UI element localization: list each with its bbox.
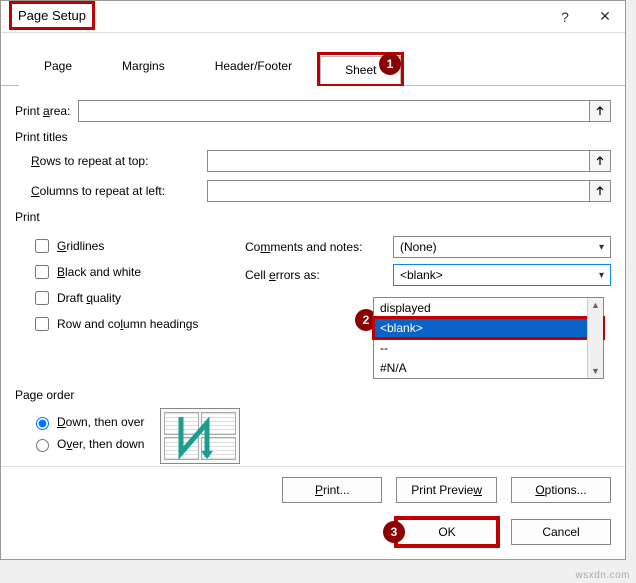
cellerrors-select[interactable]: <blank> ▾ [393,264,611,286]
print-button[interactable]: Print... [282,477,382,503]
print-area-label: Print area: [15,104,70,118]
window-title: Page Setup [9,1,95,30]
down-over-radio[interactable] [36,417,49,430]
chevron-down-icon: ▾ [599,242,604,253]
page-order-radios: Down, then over Over, then down [15,408,144,464]
rows-repeat-label: Rows to repeat at top: [31,154,199,168]
cellerrors-value: <blank> [400,268,443,282]
draft-label: Draft quality [57,291,121,305]
dropdown-option-displayed[interactable]: displayed [374,298,603,318]
print-checkboxes: Gridlines Black and white Draft quality … [15,230,215,340]
tab-margins[interactable]: Margins [97,52,190,86]
help-button[interactable]: ? [545,2,585,32]
print-titles-group: Rows to repeat at top: Columns to repeat… [15,150,611,202]
dialog-body: Print area: Print titles Rows to repeat … [1,86,625,472]
bw-label: Black and white [57,265,141,279]
ok-button[interactable]: OK [397,519,497,545]
draft-checkbox[interactable] [35,291,49,305]
bw-checkbox[interactable] [35,265,49,279]
action-buttons-row: Print... Print Preview Options... [1,466,625,513]
scroll-up-icon[interactable]: ▲ [591,300,600,310]
close-button[interactable]: ✕ [585,2,625,32]
tab-page[interactable]: Page [19,52,97,86]
cancel-button[interactable]: Cancel [511,519,611,545]
dropdown-option-na[interactable]: #N/A [374,358,603,378]
rows-repeat-input[interactable] [207,150,590,172]
page-order-group: Down, then over Over, then down [15,408,611,464]
range-picker-icon[interactable] [589,180,611,202]
comments-value: (None) [400,240,437,254]
print-area-row: Print area: [15,100,611,122]
over-down-label: Over, then down [57,437,144,451]
print-group-label: Print [15,210,611,224]
page-order-illustration [160,408,240,464]
page-order-label: Page order [15,388,611,402]
comments-label: Comments and notes: [245,240,393,254]
rowcolhead-label: Row and column headings [57,317,198,331]
titlebar: Page Setup ? ✕ [1,1,625,33]
dropdown-option-blank[interactable]: <blank> [374,318,603,338]
dropdown-scrollbar[interactable]: ▲ ▼ [587,298,603,378]
tab-header-footer[interactable]: Header/Footer [190,52,317,86]
chevron-down-icon: ▾ [599,270,604,281]
callout-badge-1: 1 [379,53,401,75]
page-setup-dialog: Page Setup ? ✕ Page Margins Header/Foote… [0,0,626,560]
scroll-down-icon[interactable]: ▼ [591,366,600,376]
dropdown-option-dashes[interactable]: -- [374,338,603,358]
rowcolhead-checkbox[interactable] [35,317,49,331]
print-area-input[interactable] [78,100,590,122]
ok-cancel-row: OK Cancel [1,511,625,553]
comments-select[interactable]: (None) ▾ [393,236,611,258]
arrow-icon [167,413,235,461]
range-picker-icon[interactable] [589,100,611,122]
over-down-radio[interactable] [36,439,49,452]
down-over-label: Down, then over [57,415,144,429]
cols-repeat-label: Columns to repeat at left: [31,184,199,198]
callout-badge-3: 3 [383,521,405,543]
print-preview-button[interactable]: Print Preview [396,477,497,503]
watermark: wsxdn.com [575,570,630,581]
tab-strip: Page Margins Header/Footer Sheet [1,33,625,86]
gridlines-label: Gridlines [57,239,104,253]
options-button[interactable]: Options... [511,477,611,503]
range-picker-icon[interactable] [589,150,611,172]
print-titles-label: Print titles [15,130,611,144]
cellerrors-dropdown[interactable]: displayed <blank> -- #N/A ▲ ▼ [373,297,604,379]
cellerrors-label: Cell errors as: [245,268,393,282]
gridlines-checkbox[interactable] [35,239,49,253]
cols-repeat-input[interactable] [207,180,590,202]
